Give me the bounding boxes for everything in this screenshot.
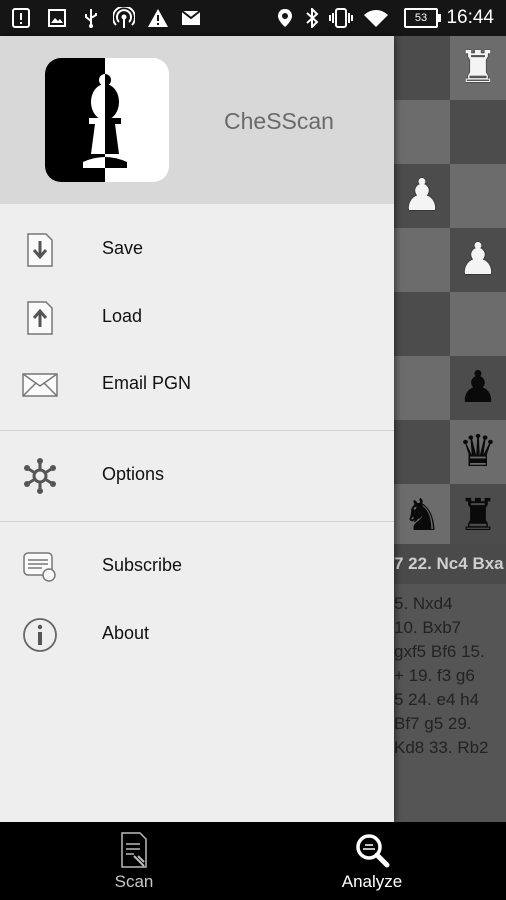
board-square[interactable] (394, 420, 450, 484)
navigation-drawer: CheSScan Save Load Email PGN Options Sub… (0, 36, 394, 822)
email-icon (20, 365, 60, 405)
vibrate-icon (328, 8, 354, 28)
board-square[interactable] (450, 292, 506, 356)
app-name: CheSScan (224, 108, 334, 134)
divider (0, 521, 394, 522)
bottom-navigation: Scan Analyze (0, 822, 506, 900)
menu-item-label: Subscribe (102, 555, 183, 575)
pgn-line: gxf5 Bf6 15. (394, 642, 485, 661)
board-square[interactable]: ♛ (450, 420, 506, 484)
board-square[interactable]: ♟ (450, 356, 506, 420)
options-icon (20, 456, 60, 496)
bluetooth-icon (303, 8, 321, 28)
white-rook-piece[interactable]: ♜ (458, 46, 497, 90)
load-icon (20, 298, 60, 338)
board-square[interactable]: ♟ (394, 164, 450, 228)
black-queen-piece[interactable]: ♛ (458, 430, 497, 474)
black-rook-piece[interactable]: ♜ (458, 494, 497, 538)
nav-scan-button[interactable]: Scan (94, 822, 174, 900)
battery-icon: 53 (404, 8, 441, 28)
pgn-moves-panel[interactable]: 5. Nxd4 10. Bxb7 gxf5 Bf6 15. + 19. f3 g… (394, 584, 506, 822)
subscribe-icon (20, 547, 60, 587)
current-move-bar[interactable]: 7 22. Nc4 Bxa (394, 544, 506, 584)
board-square[interactable]: ♞ (394, 484, 450, 548)
location-icon (274, 8, 296, 28)
menu-item-save[interactable]: Save (0, 218, 394, 282)
nav-analyze-button[interactable]: Analyze (322, 822, 422, 900)
hotspot-icon (112, 7, 136, 28)
pgn-line: 10. Bxb7 (394, 618, 462, 637)
status-bar: 53 16:44 (0, 0, 506, 36)
usb-icon (80, 8, 102, 28)
scan-icon (120, 830, 148, 870)
pgn-line: 5. Nxd4 (394, 594, 453, 613)
menu-item-label: About (102, 623, 150, 643)
analyze-icon (354, 830, 390, 870)
board-square[interactable] (394, 356, 450, 420)
board-square[interactable] (450, 164, 506, 228)
app-logo (45, 58, 169, 182)
notification-icon (10, 8, 32, 28)
menu-item-label: Load (102, 306, 143, 326)
menu-item-about[interactable]: About (0, 603, 394, 667)
board-square[interactable] (394, 292, 450, 356)
pgn-line: Kd8 33. Rb2 (394, 738, 489, 757)
save-icon (20, 230, 60, 270)
menu-item-label: Save (102, 238, 144, 258)
menu-item-load[interactable]: Load (0, 286, 394, 350)
board-square[interactable]: ♜ (450, 484, 506, 548)
pgn-line: 5 24. e4 h4 (394, 690, 480, 709)
mail-icon (180, 8, 202, 28)
nav-scan-label: Scan (114, 872, 154, 891)
chess-board[interactable]: ♜ ♟ ♟ ♟ ♛ ♞ ♜ (394, 36, 506, 548)
board-square[interactable] (394, 100, 450, 164)
pgn-line: Bf7 g5 29. (394, 714, 472, 733)
menu-item-email-pgn[interactable]: Email PGN (0, 353, 394, 417)
warning-icon (146, 8, 170, 28)
nav-analyze-label: Analyze (341, 872, 403, 891)
divider (0, 430, 394, 431)
white-pawn-piece[interactable]: ♟ (458, 238, 497, 282)
black-knight-piece[interactable]: ♞ (402, 494, 441, 538)
image-icon (46, 8, 68, 28)
board-square[interactable] (394, 228, 450, 292)
menu-item-label: Email PGN (102, 373, 192, 393)
drawer-header: CheSScan (0, 36, 394, 204)
wifi-icon (362, 8, 390, 28)
board-square[interactable]: ♟ (450, 228, 506, 292)
board-square[interactable]: ♜ (450, 36, 506, 100)
menu-item-options[interactable]: Options (0, 444, 394, 508)
battery-level: 53 (414, 12, 428, 24)
menu-item-label: Options (102, 464, 165, 484)
clock: 16:44 (446, 7, 494, 28)
board-square[interactable] (450, 100, 506, 164)
menu-item-subscribe[interactable]: Subscribe (0, 535, 394, 599)
about-icon (20, 615, 60, 655)
black-pawn-piece[interactable]: ♟ (458, 366, 497, 410)
pgn-line: + 19. f3 g6 (394, 666, 475, 685)
board-square[interactable] (394, 36, 450, 100)
white-pawn-piece[interactable]: ♟ (402, 174, 441, 218)
